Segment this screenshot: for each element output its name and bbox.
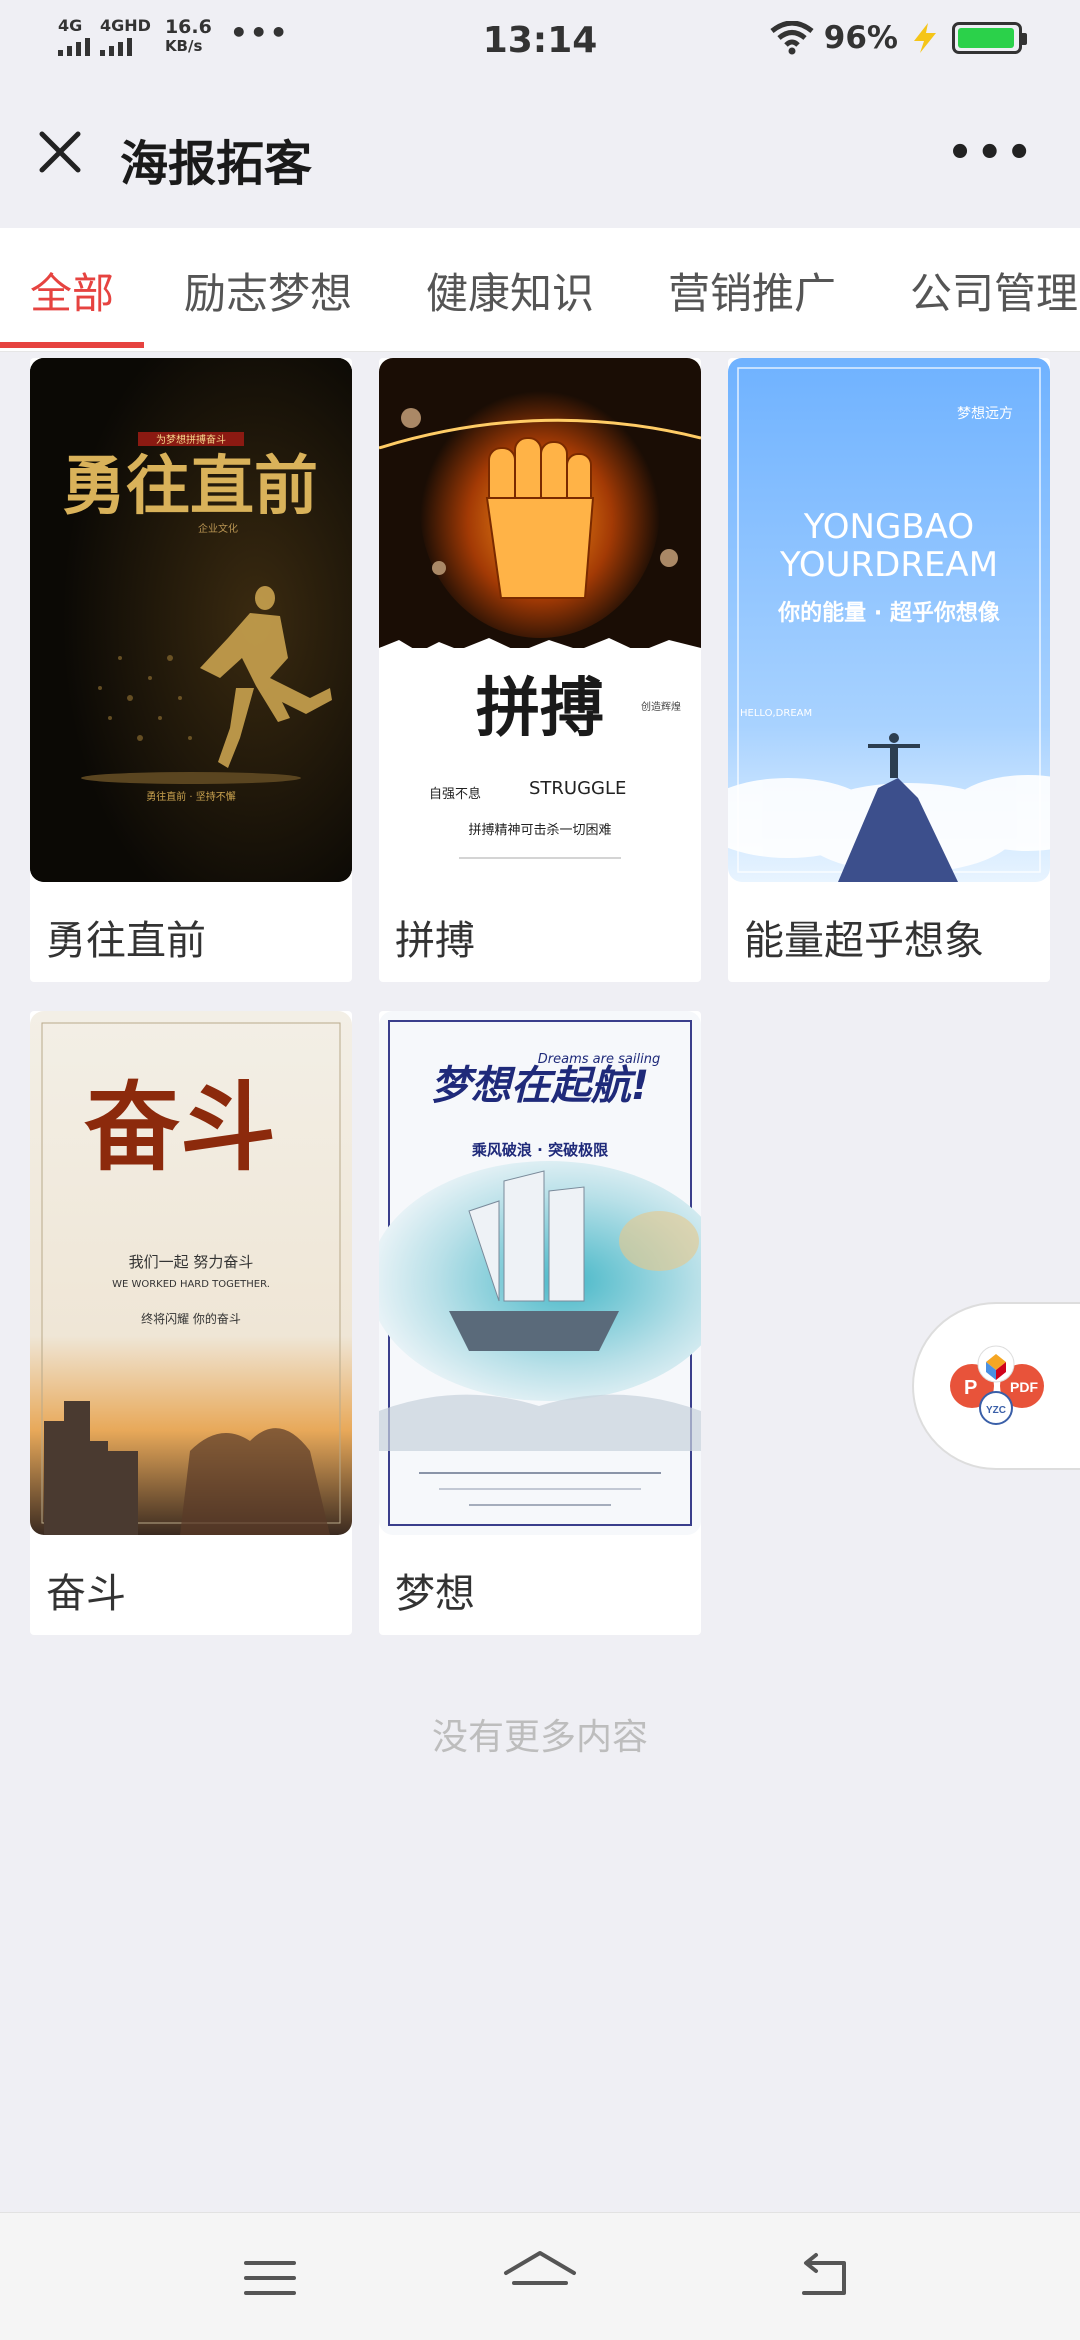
menu-icon[interactable] (240, 2253, 300, 2303)
title-bar: 海报拓客 ••• (0, 82, 1080, 228)
poster-2-headline: 拼搏 (476, 672, 604, 746)
status-bar: 4G 4GHD 16.6 KB/s ••• 13:14 96% (0, 0, 1080, 82)
battery-percent: 96% (823, 20, 898, 56)
poster-card-2[interactable]: 拼搏 创造辉煌 自强不息 STRUGGLE 拼搏精神可击杀一切困难 拼搏 (379, 358, 701, 982)
poster-image-2[interactable]: 拼搏 创造辉煌 自强不息 STRUGGLE 拼搏精神可击杀一切困难 (379, 358, 701, 882)
poster-3-corner: 梦想远方 (957, 406, 1013, 422)
wifi-icon (770, 21, 814, 55)
poster-5-sub: 乘风破浪 · 突破极限 (471, 1141, 608, 1159)
poster-3-small: HELLO,DREAM (740, 708, 812, 719)
tab-all[interactable]: 全部 (30, 260, 114, 321)
close-icon[interactable] (32, 124, 88, 180)
poster-4-line2: 终将闪耀 你的奋斗 (141, 1311, 241, 1326)
poster-caption-3: 能量超乎想象 (744, 918, 984, 964)
pdf-floating-button[interactable]: P PDF YZC (912, 1302, 1080, 1470)
tab-marketing[interactable]: 营销推广 (668, 260, 836, 321)
poster-1-bottom: 勇往直前 · 坚持不懈 (146, 790, 236, 803)
poster-4-line1: 我们一起 努力奋斗 (129, 1253, 254, 1271)
tab-company[interactable]: 公司管理 (910, 260, 1078, 321)
system-nav-bar (0, 2212, 1080, 2340)
poster-image-1[interactable]: 为梦想拼搏奋斗 勇往直前 企业文化 勇往直前 · 坚持不懈 (30, 358, 352, 882)
poster-card-3[interactable]: 梦想远方 YONGBAO YOURDREAM 你的能量 · 超乎你想像 HELL… (728, 358, 1050, 982)
svg-text:YZC: YZC (986, 1405, 1006, 1416)
poster-image-3[interactable]: 梦想远方 YONGBAO YOURDREAM 你的能量 · 超乎你想像 HELL… (728, 358, 1050, 882)
poster-2-line: 拼搏精神可击杀一切困难 (468, 822, 611, 838)
poster-card-1[interactable]: 为梦想拼搏奋斗 勇往直前 企业文化 勇往直前 · 坚持不懈 勇往直前 (30, 358, 352, 982)
poster-2-eng: STRUGGLE (529, 778, 626, 799)
poster-4-eng: WE WORKED HARD TOGETHER. (112, 1279, 270, 1290)
poster-3-eng2: YOURDREAM (779, 545, 998, 585)
poster-caption-1: 勇往直前 (46, 918, 206, 964)
battery-icon (952, 22, 1027, 54)
tab-health[interactable]: 健康知识 (426, 260, 594, 321)
back-icon[interactable] (794, 2251, 854, 2301)
poster-5-headline: 梦想在起航! (431, 1063, 649, 1109)
poster-5-eng: Dreams are sailing (538, 1052, 660, 1067)
poster-1-tag: 为梦想拼搏奋斗 (156, 433, 226, 446)
poster-1-small: 企业文化 (198, 522, 238, 535)
no-more-content-label: 没有更多内容 (431, 1717, 648, 1758)
poster-2-badge: 自强不息 (429, 786, 481, 802)
poster-4-headline: 奋斗 (84, 1072, 276, 1184)
tab-inspiration[interactable]: 励志梦想 (184, 260, 352, 321)
poster-image-5[interactable]: 梦想在起航! Dreams are sailing 乘风破浪 · 突破极限 (379, 1011, 701, 1535)
poster-caption-2: 拼搏 (395, 918, 475, 964)
poster-2-sub: 创造辉煌 (641, 700, 681, 713)
poster-image-4[interactable]: 奋斗 我们一起 努力奋斗 WE WORKED HARD TOGETHER. 终将… (30, 1011, 352, 1535)
charging-icon (914, 23, 936, 53)
pdf-app-icon: P PDF YZC (950, 1345, 1044, 1425)
category-tabs: 全部 励志梦想 健康知识 营销推广 公司管理 (0, 228, 1080, 352)
poster-3-slogan: 你的能量 · 超乎你想像 (777, 600, 1001, 626)
poster-3-eng1: YONGBAO (803, 507, 974, 547)
poster-card-5[interactable]: 梦想在起航! Dreams are sailing 乘风破浪 · 突破极限 梦想 (379, 1011, 701, 1635)
active-tab-indicator (0, 342, 144, 348)
home-icon[interactable] (500, 2249, 580, 2305)
poster-card-4[interactable]: 奋斗 我们一起 努力奋斗 WE WORKED HARD TOGETHER. 终将… (30, 1011, 352, 1635)
page-title: 海报拓客 (120, 136, 313, 192)
poster-caption-5: 梦想 (395, 1571, 475, 1617)
svg-text:PDF: PDF (1010, 1379, 1038, 1395)
svg-text:P: P (964, 1377, 977, 1399)
poster-caption-4: 奋斗 (46, 1571, 126, 1617)
more-options-icon[interactable]: ••• (947, 130, 1036, 176)
poster-1-headline: 勇往直前 (62, 450, 318, 524)
